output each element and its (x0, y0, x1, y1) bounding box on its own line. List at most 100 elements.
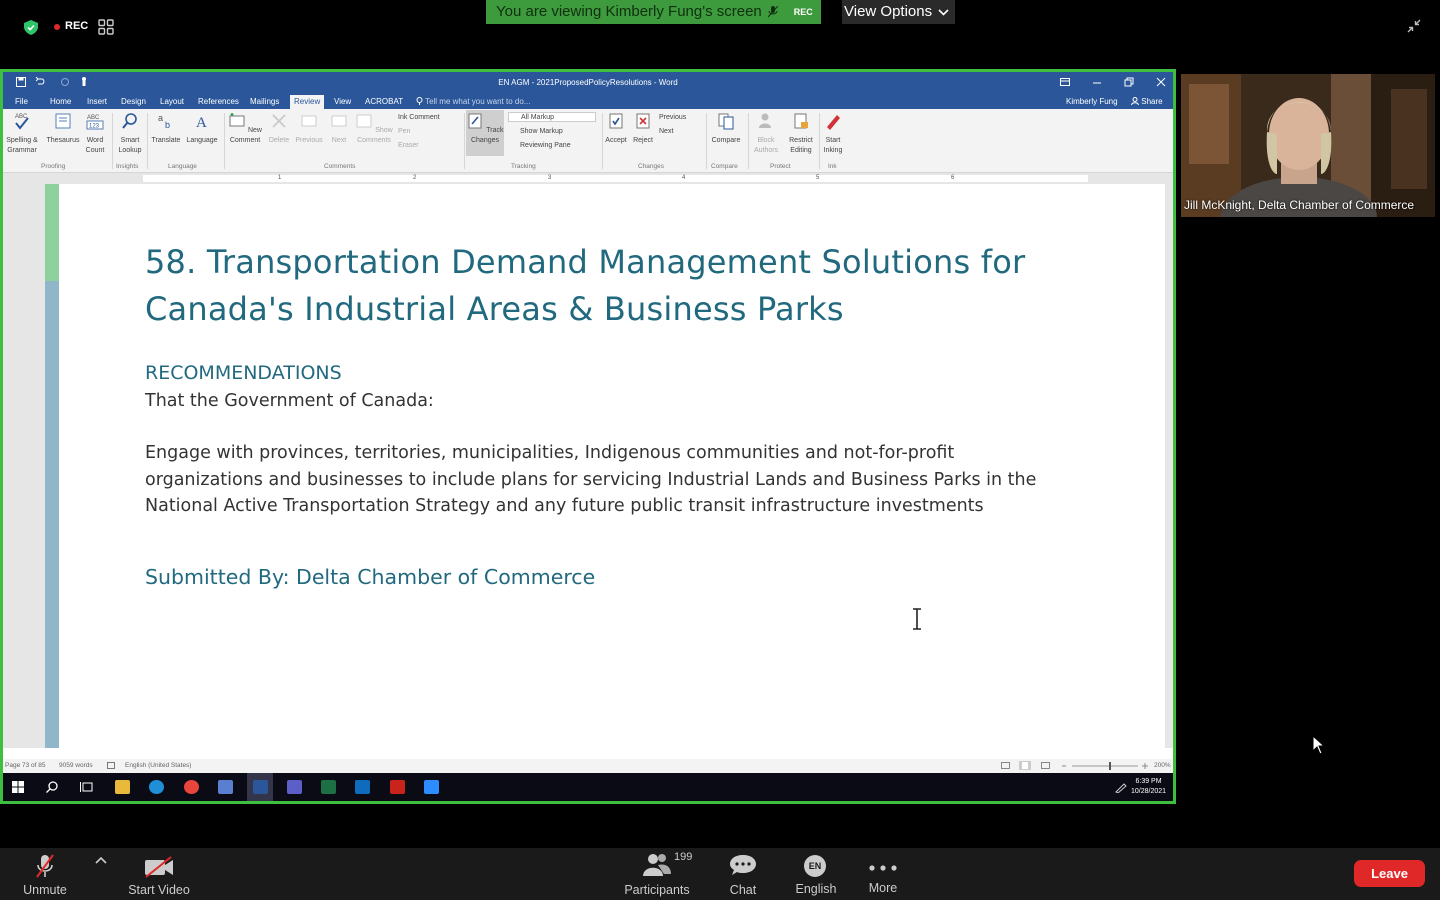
reviewing-pane-label: Reviewing Pane (520, 142, 571, 149)
print-layout-icon[interactable] (1019, 761, 1031, 770)
spelling-grammar-button[interactable]: ABC Spelling & Grammar (4, 112, 40, 156)
more-button[interactable]: More (858, 848, 908, 900)
zoom-slider[interactable] (1060, 761, 1150, 771)
word-count[interactable]: 9059 words (59, 762, 93, 769)
unmute-button[interactable]: Unmute (10, 848, 80, 900)
block-authors-button[interactable]: Block Authors (751, 112, 781, 156)
chrome-browser-icon[interactable] (184, 780, 199, 794)
tab-file[interactable]: File (15, 97, 28, 106)
outlook-app-icon[interactable] (355, 780, 370, 794)
security-shield-icon[interactable] (24, 20, 38, 35)
restrict-editing-button[interactable]: Restrict Editing (784, 112, 818, 156)
tab-home[interactable]: Home (50, 97, 71, 106)
participants-label: Participants (624, 883, 690, 897)
proofing-status-icon[interactable] (107, 762, 115, 769)
zoom-app-icon[interactable] (424, 780, 439, 794)
pen-button[interactable]: Pen (398, 127, 410, 137)
pen-workspace-icon[interactable] (1115, 782, 1127, 793)
tell-me-search[interactable]: Tell me what you want to do... (416, 97, 530, 106)
document-submitted-by[interactable]: Submitted By: Delta Chamber of Commerce (145, 565, 595, 589)
ink-comment-button[interactable]: Ink Comment (398, 113, 440, 123)
read-mode-icon[interactable] (1001, 762, 1010, 769)
task-view-icon[interactable] (80, 781, 93, 793)
tab-acrobat[interactable]: ACROBAT (365, 97, 403, 106)
next-change-button[interactable]: Next (659, 127, 673, 137)
system-clock[interactable]: 6:39 PM 10/28/2021 (1131, 777, 1166, 797)
excel-app-icon[interactable] (321, 780, 336, 794)
page-count[interactable]: Page 73 of 85 (5, 762, 45, 769)
participant-video[interactable] (1181, 74, 1435, 217)
minimize-icon[interactable] (1092, 78, 1102, 86)
recording-dot-icon (54, 24, 60, 30)
ribbon-display-icon[interactable] (1060, 78, 1070, 86)
delete-comment-button[interactable]: Delete (265, 112, 293, 146)
group-changes: Changes (638, 163, 665, 170)
document-title[interactable]: 58. Transportation Demand Management Sol… (145, 239, 1105, 333)
document-heading[interactable]: RECOMMENDATIONS (145, 362, 342, 384)
group-protect: Protect (770, 163, 791, 170)
track-changes-button[interactable]: Track Changes (466, 110, 504, 156)
zoom-level[interactable]: 200% (1154, 762, 1171, 769)
show-comments-icon (356, 114, 372, 128)
search-icon[interactable] (46, 781, 58, 793)
previous-comment-button[interactable]: Previous (293, 112, 325, 146)
windows-start-icon[interactable] (12, 781, 24, 793)
new-comment-button[interactable]: New Comment (225, 112, 265, 146)
text-cursor-icon (913, 608, 921, 630)
start-video-button[interactable]: Start Video (120, 848, 198, 900)
document-intro[interactable]: That the Government of Canada: (145, 391, 434, 411)
web-layout-icon[interactable] (1041, 762, 1050, 769)
chat-button[interactable]: Chat (716, 848, 770, 900)
teams-app-icon[interactable] (287, 780, 302, 794)
next-comment-button[interactable]: Next (326, 112, 352, 146)
tab-insert[interactable]: Insert (87, 97, 107, 106)
tab-mailings[interactable]: Mailings (250, 97, 279, 106)
start-video-label: Start Video (128, 883, 190, 897)
show-comments-button[interactable]: Show Comments (354, 112, 394, 146)
share-button[interactable]: Share (1131, 97, 1163, 106)
language-button[interactable]: A Language (183, 112, 221, 146)
word-count-button[interactable]: ABC 123 Word Count (83, 112, 107, 156)
acrobat-app-icon[interactable] (390, 780, 405, 794)
audio-options-chevron-icon[interactable] (95, 856, 107, 864)
tab-view[interactable]: View (334, 97, 351, 106)
document-paragraph[interactable]: Engage with provinces, territories, muni… (145, 440, 1075, 520)
signed-in-user[interactable]: Kimberly Fung (1066, 97, 1118, 106)
participants-button[interactable]: 199 Participants (620, 848, 694, 900)
view-options-button[interactable]: View Options (842, 0, 956, 24)
accept-button[interactable]: Accept (604, 112, 628, 146)
remote-desktop-icon[interactable] (218, 780, 233, 794)
exit-fullscreen-icon[interactable] (1406, 18, 1422, 34)
tab-review[interactable]: Review (290, 95, 325, 109)
smart-lookup-button[interactable]: Smart Lookup (114, 112, 146, 156)
edge-browser-icon[interactable] (149, 780, 164, 794)
word-app-icon[interactable] (253, 780, 268, 794)
tab-references[interactable]: References (198, 97, 239, 106)
separator (602, 113, 603, 169)
interpretation-language-button[interactable]: EN English (788, 848, 844, 900)
horizontal-ruler[interactable]: 1 2 3 4 5 6 (3, 173, 1173, 184)
document-language[interactable]: English (United States) (125, 762, 191, 769)
start-inking-button[interactable]: Start Inking (820, 112, 846, 156)
tab-layout[interactable]: Layout (160, 97, 184, 106)
review-ribbon: ABC Spelling & Grammar Thesaurus ABC 123 … (3, 109, 1173, 173)
show-markup-button[interactable]: Show Markup (508, 127, 563, 137)
clock-time: 6:39 PM (1135, 778, 1162, 785)
reject-button[interactable]: Reject (630, 112, 656, 146)
leave-button[interactable]: Leave (1354, 860, 1425, 887)
delete-label: Delete (268, 137, 290, 144)
compare-button[interactable]: Compare (708, 112, 744, 146)
close-icon[interactable] (1156, 77, 1166, 87)
gallery-view-icon[interactable] (98, 19, 114, 35)
reviewing-pane-button[interactable]: Reviewing Pane (508, 141, 571, 151)
restore-icon[interactable] (1124, 77, 1134, 87)
tab-design[interactable]: Design (121, 97, 146, 106)
ink-comment-label: Ink Comment (398, 114, 440, 121)
word-status-bar: Page 73 of 85 9059 words English (United… (3, 759, 1173, 773)
file-explorer-icon[interactable] (115, 780, 130, 794)
eraser-button[interactable]: Eraser (398, 141, 419, 151)
markup-select[interactable]: All Markup (508, 112, 596, 122)
thesaurus-button[interactable]: Thesaurus (44, 112, 82, 146)
previous-change-button[interactable]: Previous (659, 113, 686, 123)
translate-button[interactable]: ab Translate (149, 112, 183, 146)
